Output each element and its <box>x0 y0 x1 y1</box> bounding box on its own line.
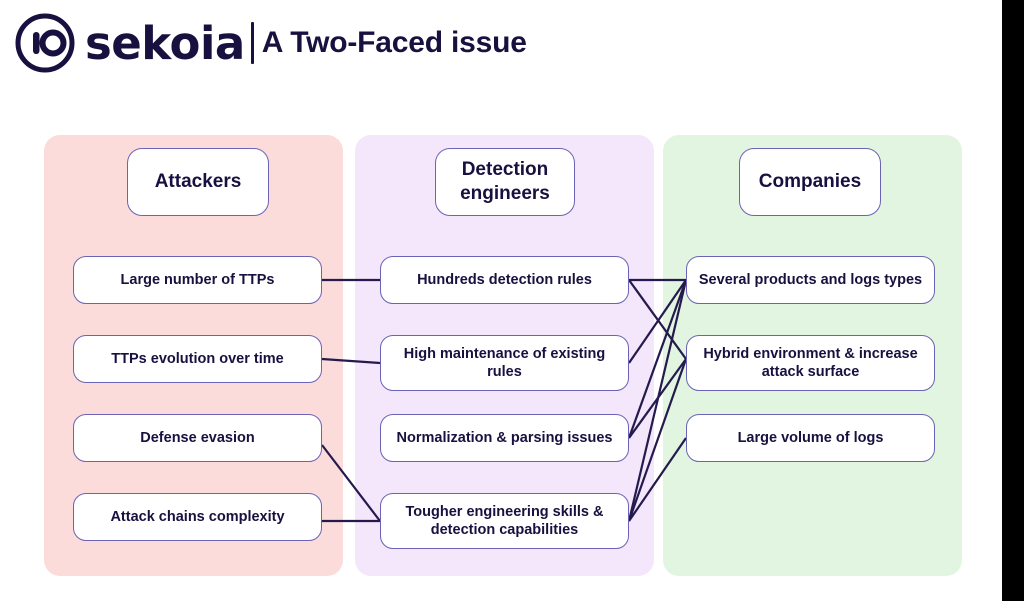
node-tougher-engineering-skills: Tougher engineering skills & detection c… <box>380 493 629 549</box>
node-hundreds-detection-rules: Hundreds detection rules <box>380 256 629 304</box>
node-normalization-and-parsing-issues: Normalization & parsing issues <box>380 414 629 462</box>
column-heading-companies: Companies <box>739 148 881 216</box>
node-ttps-evolution-over-time: TTPs evolution over time <box>73 335 322 383</box>
node-large-number-of-ttps: Large number of TTPs <box>73 256 322 304</box>
column-heading-detection: Detection engineers <box>435 148 575 216</box>
node-several-products-and-logs-types: Several products and logs types <box>686 256 935 304</box>
node-large-volume-of-logs: Large volume of logs <box>686 414 935 462</box>
two-faced-issue-diagram: Attackers Detection engineers Companies … <box>0 0 1002 601</box>
node-high-maintenance-of-existing-rules: High maintenance of existing rules <box>380 335 629 391</box>
column-heading-attackers: Attackers <box>127 148 269 216</box>
right-edge-gutter <box>1002 0 1024 601</box>
node-attack-chains-complexity: Attack chains complexity <box>73 493 322 541</box>
slide-canvas: sekoia A Two-Faced issue Attackers Detec… <box>0 0 1024 601</box>
node-defense-evasion: Defense evasion <box>73 414 322 462</box>
node-hybrid-environment-increase-attack-surface: Hybrid environment & increase attack sur… <box>686 335 935 391</box>
